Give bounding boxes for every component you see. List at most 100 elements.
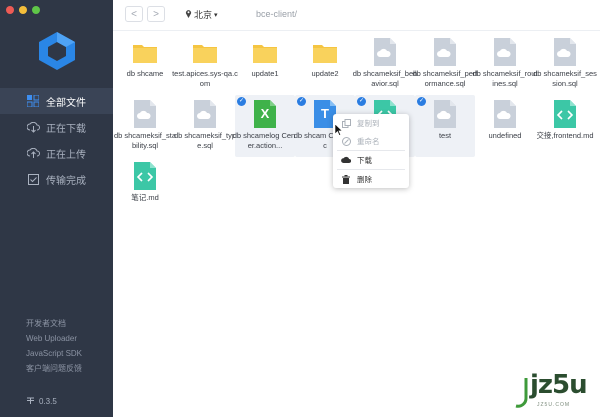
file-name: db shcameksif_routines.sql <box>472 69 538 88</box>
file-item[interactable]: 交接,frontend.md <box>535 95 595 157</box>
cloud-download-icon <box>26 120 40 134</box>
file-item[interactable]: ✓ X db shcamelog Center.action... <box>232 95 298 157</box>
selected-check-icon[interactable]: ✓ <box>417 97 426 106</box>
app-window: 全部文件 正在下载 正在上传 传输完成 开发者文档 Web Uploader J… <box>0 0 600 417</box>
file-item[interactable]: undefined <box>475 95 535 157</box>
code-file-icon <box>554 100 576 128</box>
sidebar-footer-links: 开发者文档 Web Uploader JavaScript SDK 客户端问题反… <box>26 316 82 376</box>
file-name: db shcameksif_performance.sql <box>412 69 478 88</box>
folder-icon <box>133 45 157 63</box>
watermark-subtext: JZ5U.COM <box>537 402 570 408</box>
minimize-window-button[interactable] <box>19 6 27 14</box>
file-item[interactable]: db shcameksif_performance.sql <box>412 33 478 95</box>
file-item[interactable]: db shcame <box>115 33 175 95</box>
folder-icon <box>253 45 277 63</box>
file-item[interactable]: update2 <box>295 33 355 95</box>
link-javascript-sdk[interactable]: JavaScript SDK <box>26 346 82 361</box>
sidebar: 全部文件 正在下载 正在上传 传输完成 开发者文档 Web Uploader J… <box>0 0 113 417</box>
file-item[interactable]: db shcameksif_type.sql <box>173 95 237 157</box>
grid-icon <box>26 94 40 108</box>
link-web-uploader[interactable]: Web Uploader <box>26 331 82 346</box>
caret-down-icon: ▾ <box>214 11 218 19</box>
cloud-file-icon <box>494 38 516 66</box>
file-item[interactable]: ✓ test <box>415 95 475 157</box>
watermark-logo: jz5u JZ5U.COM <box>512 370 592 414</box>
file-name: test.apices.sys-qa.com <box>172 69 238 88</box>
file-item[interactable]: db shcameksif_routines.sql <box>472 33 538 95</box>
sidebar-item-all-files[interactable]: 全部文件 <box>0 88 113 114</box>
mouse-cursor-icon <box>335 124 343 136</box>
sidebar-item-label: 全部文件 <box>46 97 86 109</box>
version-info: 0.3.5 <box>26 396 57 407</box>
context-rename[interactable]: 重命名 <box>333 132 409 150</box>
rename-icon <box>341 136 351 146</box>
sidebar-item-completed[interactable]: 传输完成 <box>0 166 113 192</box>
file-item[interactable]: test.apices.sys-qa.com <box>172 33 238 95</box>
folder-icon <box>313 45 337 63</box>
cloud-file-icon <box>434 38 456 66</box>
cloud-upload-icon <box>26 146 40 160</box>
region-selector[interactable]: 北京 ▾ <box>185 8 218 21</box>
context-delete[interactable]: 删除 <box>333 170 409 188</box>
cloud-file-icon <box>134 100 156 128</box>
maximize-window-button[interactable] <box>32 6 40 14</box>
context-item-label: 下载 <box>357 155 372 165</box>
selected-check-icon[interactable]: ✓ <box>237 97 246 106</box>
cloud-download-icon <box>341 155 351 165</box>
context-item-label: 删除 <box>357 174 372 184</box>
cloud-file-icon <box>374 38 396 66</box>
app-logo-icon <box>39 32 75 70</box>
context-menu: 复制到 重命名 下载 删除 <box>333 114 409 188</box>
file-name: db shcameksif_session.sql <box>533 69 597 88</box>
file-type-letter: X <box>260 106 270 121</box>
file-name: undefined <box>488 131 522 140</box>
file-name: update1 <box>251 69 279 78</box>
sidebar-item-uploading[interactable]: 正在上传 <box>0 140 113 166</box>
cloud-file-icon <box>434 100 456 128</box>
location-pin-icon <box>185 9 192 20</box>
context-item-label: 复制到 <box>357 118 380 128</box>
close-window-button[interactable] <box>6 6 14 14</box>
file-item[interactable]: update1 <box>235 33 295 95</box>
sidebar-item-label: 正在下载 <box>46 123 86 135</box>
cloud-file-icon <box>554 38 576 66</box>
file-name: 交接,frontend.md <box>536 131 594 140</box>
file-item[interactable]: 笔记.md <box>115 157 175 219</box>
back-button[interactable]: < <box>125 6 143 22</box>
sidebar-nav: 全部文件 正在下载 正在上传 传输完成 <box>0 88 113 192</box>
context-item-label: 重命名 <box>357 136 380 146</box>
selected-check-icon[interactable]: ✓ <box>357 97 366 106</box>
link-developer-docs[interactable]: 开发者文档 <box>26 316 82 331</box>
file-item[interactable]: db shcameksif_session.sql <box>533 33 597 95</box>
cloud-file-icon <box>494 100 516 128</box>
file-name: db shcame <box>126 69 164 78</box>
selected-check-icon[interactable]: ✓ <box>297 97 306 106</box>
sidebar-item-label: 正在上传 <box>46 149 86 161</box>
file-name: update2 <box>311 69 339 78</box>
watermark-mark-icon <box>515 378 528 408</box>
file-name: db shcameksif_type.sql <box>173 131 237 150</box>
version-icon <box>26 396 35 407</box>
toolbar: < > 北京 ▾ bce-client/ <box>113 0 600 31</box>
file-name: db shcameksif_stability.sql <box>113 131 177 150</box>
trash-icon <box>341 174 351 184</box>
folder-icon <box>193 45 217 63</box>
file-name: db shcameksif_behavior.sql <box>352 69 418 88</box>
file-name: db shcamelog Center.action... <box>232 131 298 150</box>
version-label: 0.3.5 <box>39 397 57 406</box>
link-client-feedback[interactable]: 客户端问题反馈 <box>26 361 82 376</box>
code-file-icon <box>134 162 156 190</box>
sidebar-item-downloading[interactable]: 正在下载 <box>0 114 113 140</box>
breadcrumb-path[interactable]: bce-client/ <box>256 9 297 19</box>
check-box-icon <box>26 172 40 186</box>
file-name: test <box>438 131 452 140</box>
watermark-text: jz5u <box>530 370 588 400</box>
region-label: 北京 <box>194 10 213 20</box>
context-copy-to[interactable]: 复制到 <box>333 114 409 132</box>
context-download[interactable]: 下载 <box>333 151 409 169</box>
sidebar-item-label: 传输完成 <box>46 175 86 187</box>
file-item[interactable]: db shcameksif_stability.sql <box>113 95 177 157</box>
cloud-file-icon <box>194 100 216 128</box>
forward-button[interactable]: > <box>147 6 165 22</box>
file-item[interactable]: db shcameksif_behavior.sql <box>352 33 418 95</box>
